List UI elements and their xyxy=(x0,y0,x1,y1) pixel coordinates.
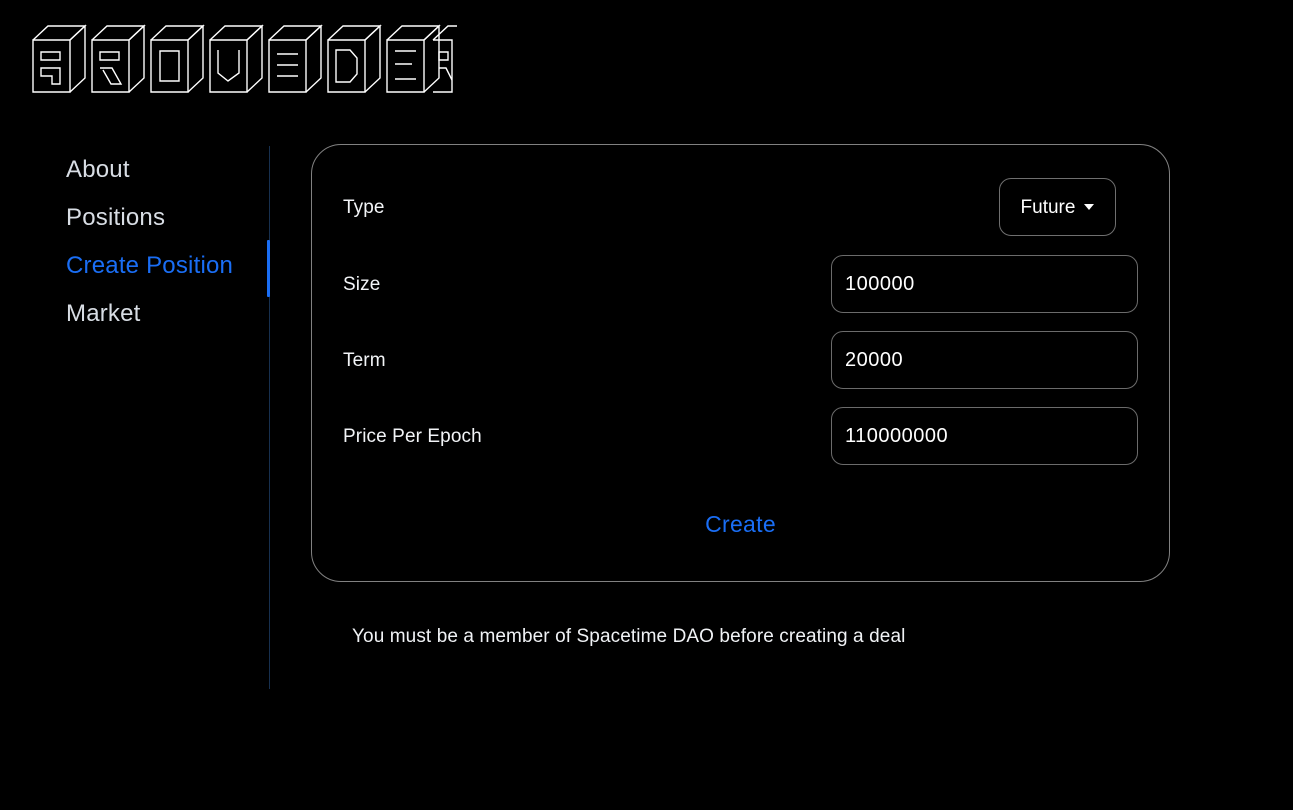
type-select[interactable]: Future xyxy=(999,178,1116,236)
price-per-epoch-input[interactable] xyxy=(831,407,1138,465)
sidebar-item-about[interactable]: About xyxy=(66,158,270,182)
sidebar: About Positions Create Position Market xyxy=(0,146,270,691)
membership-notice: You must be a member of Spacetime DAO be… xyxy=(352,626,906,647)
sidebar-item-create-position[interactable]: Create Position xyxy=(66,254,270,278)
sidebar-active-indicator xyxy=(267,240,270,297)
create-position-card: Type Future Size Term Price Per Epoch Cr… xyxy=(311,144,1170,582)
form-row-price-per-epoch: Price Per Epoch xyxy=(343,407,1138,465)
label-type: Type xyxy=(343,196,385,218)
chevron-down-icon xyxy=(1084,204,1095,210)
label-size: Size xyxy=(343,273,381,295)
form-row-term: Term xyxy=(343,331,1138,389)
form-row-size: Size xyxy=(343,255,1138,313)
size-input[interactable] xyxy=(831,255,1138,313)
label-price-per-epoch: Price Per Epoch xyxy=(343,425,482,447)
label-term: Term xyxy=(343,349,386,371)
sidebar-item-positions[interactable]: Positions xyxy=(66,206,270,230)
sidebar-divider xyxy=(269,146,270,689)
app-root: About Positions Create Position Market T… xyxy=(0,0,1293,810)
sidebar-item-market[interactable]: Market xyxy=(66,302,270,326)
create-button-wrap: Create xyxy=(312,513,1169,536)
type-select-value: Future xyxy=(1020,196,1076,218)
term-input[interactable] xyxy=(831,331,1138,389)
create-button[interactable]: Create xyxy=(705,513,776,536)
provider-logo[interactable] xyxy=(28,18,458,96)
form-row-type: Type Future xyxy=(343,178,1138,236)
provider-logo-icon xyxy=(32,24,457,93)
